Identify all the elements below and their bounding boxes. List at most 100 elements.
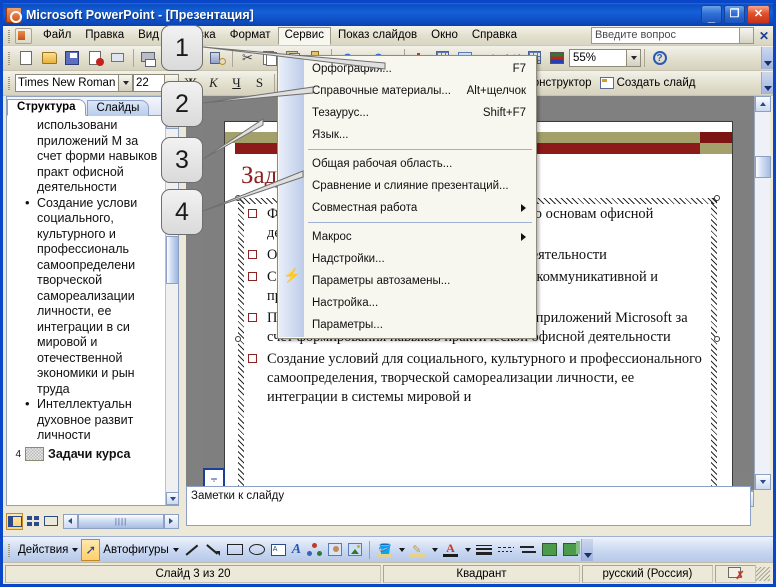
3d-style-icon[interactable] xyxy=(560,539,581,561)
fill-color-icon[interactable]: 🪣 xyxy=(374,539,395,561)
diagram-icon[interactable] xyxy=(304,539,325,561)
line-icon[interactable] xyxy=(182,539,203,561)
minimize-button[interactable]: _ xyxy=(701,5,722,24)
menu-item-thesaurus[interactable]: Тезаурус... Shift+F7 xyxy=(278,102,536,124)
maximize-button[interactable]: ❐ xyxy=(724,5,745,24)
slide-show-icon[interactable] xyxy=(42,513,59,530)
slide-vscroll-thumb[interactable] xyxy=(755,156,771,178)
menu-item-shared-workspace[interactable]: Общая рабочая область... xyxy=(278,153,536,175)
menu-item-autocorrect-options[interactable]: Параметры автозамены... xyxy=(278,270,536,292)
slide-vertical-scrollbar[interactable] xyxy=(754,96,771,490)
standard-toolbar-overflow-button[interactable] xyxy=(761,47,773,69)
clipart-icon[interactable] xyxy=(325,539,345,561)
menu-item-compare-merge[interactable]: Сравнение и слияние презентаций... xyxy=(278,175,536,197)
callout-number: 2 xyxy=(175,89,189,118)
zoom-input[interactable]: 55% xyxy=(569,49,627,67)
outline-hscroll-left-button[interactable] xyxy=(62,513,78,529)
menu-tools[interactable]: Сервис xyxy=(277,26,331,45)
menu-window[interactable]: Окно xyxy=(424,27,465,44)
new-document-icon[interactable] xyxy=(15,47,38,69)
spell-status-icon[interactable]: ✗ xyxy=(714,564,757,583)
menu-item-spelling[interactable]: Орфография... F7 xyxy=(278,58,536,80)
menu-edit[interactable]: Правка xyxy=(78,27,131,44)
notes-pane[interactable]: Заметки к слайду xyxy=(186,486,751,526)
font-color-icon[interactable]: A xyxy=(440,539,461,561)
menu-item-options[interactable]: Параметры... xyxy=(278,314,536,336)
cut-icon[interactable]: ✂ xyxy=(236,47,259,69)
actions-menu-button[interactable]: Действия xyxy=(15,539,81,561)
normal-view-icon[interactable] xyxy=(6,512,24,530)
outline-scroll-down-button[interactable] xyxy=(166,492,179,505)
formatting-toolbar-grip[interactable] xyxy=(5,75,13,91)
italic-icon[interactable]: К xyxy=(202,72,225,94)
tab-outline[interactable]: Структура xyxy=(7,99,86,116)
close-askbox-icon[interactable]: ✕ xyxy=(759,29,769,43)
outline-hscroll-thumb[interactable]: |||| xyxy=(77,513,164,529)
new-slide-button[interactable]: Создать слайд xyxy=(596,73,700,93)
ask-question-dropdown-arrow[interactable] xyxy=(738,27,754,44)
arrow-icon[interactable] xyxy=(203,539,224,561)
fit-slide-button[interactable]: ⨪ xyxy=(203,468,225,488)
close-button[interactable]: ✕ xyxy=(747,5,770,24)
drawing-toolbar-grip[interactable] xyxy=(5,542,13,558)
color-scheme-icon[interactable] xyxy=(546,47,569,69)
font-name-input[interactable]: Times New Roman xyxy=(15,74,119,92)
arrow-style-icon[interactable] xyxy=(517,539,539,561)
picture-icon[interactable] xyxy=(345,539,365,561)
help-icon[interactable]: ? xyxy=(648,47,671,69)
resize-handle[interactable] xyxy=(714,336,720,343)
menubar-grip[interactable] xyxy=(5,28,13,44)
menu-item-addins[interactable]: Надстройки... xyxy=(278,248,536,270)
menu-item-collaboration[interactable]: Совместная работа xyxy=(278,197,536,219)
font-name-dropdown-arrow[interactable] xyxy=(119,74,133,92)
outline-scroll-thumb[interactable] xyxy=(166,236,179,284)
shadow-style-icon[interactable] xyxy=(539,539,560,561)
slide-scroll-down-button[interactable] xyxy=(755,474,771,490)
fill-color-dropdown-icon[interactable] xyxy=(395,539,407,561)
outline-hscroll-right-button[interactable] xyxy=(163,513,179,529)
select-arrow-icon[interactable]: ➚ xyxy=(81,538,101,561)
zoom-dropdown-arrow[interactable] xyxy=(627,49,641,67)
save-icon[interactable] xyxy=(61,47,84,69)
rectangle-icon[interactable] xyxy=(224,539,246,561)
ask-question-input[interactable]: Введите вопрос xyxy=(590,27,739,44)
resize-handle[interactable] xyxy=(714,195,720,201)
slide-scroll-up-button[interactable] xyxy=(755,96,771,112)
research-icon[interactable] xyxy=(206,47,229,69)
menu-file[interactable]: Файл xyxy=(36,27,78,44)
permission-icon[interactable] xyxy=(84,47,107,69)
formatting-toolbar-overflow-button[interactable] xyxy=(761,72,773,94)
resize-handle[interactable] xyxy=(235,195,241,201)
new-slide-label: Создать слайд xyxy=(616,77,696,89)
outline-horizontal-scrollbar[interactable]: |||| xyxy=(62,513,179,529)
autoshapes-menu-button[interactable]: Автофигуры xyxy=(100,539,181,561)
line-color-dropdown-icon[interactable] xyxy=(428,539,440,561)
menu-item-research[interactable]: Справочные материалы... Alt+щелчок xyxy=(278,80,536,102)
dash-style-icon[interactable] xyxy=(495,539,517,561)
menu-slideshow[interactable]: Показ слайдов xyxy=(331,27,424,44)
textbox-icon[interactable]: A xyxy=(268,539,289,561)
resize-grip-icon[interactable] xyxy=(756,566,771,581)
line-color-icon[interactable]: ✎ xyxy=(407,539,428,561)
drawing-toolbar-overflow-button[interactable] xyxy=(581,538,594,561)
open-folder-icon[interactable] xyxy=(38,47,61,69)
menu-format[interactable]: Формат xyxy=(223,27,278,44)
tab-slides[interactable]: Слайды xyxy=(86,100,150,116)
outline-content[interactable]: использовани приложений M за счет форми … xyxy=(7,116,165,505)
line-style-icon[interactable] xyxy=(473,539,495,561)
menu-help[interactable]: Справка xyxy=(465,27,524,44)
oval-icon[interactable] xyxy=(246,539,268,561)
email-icon[interactable] xyxy=(107,47,130,69)
menu-item-customize[interactable]: Настройка... xyxy=(278,292,536,314)
font-color-dropdown-icon[interactable] xyxy=(461,539,473,561)
menu-item-macro[interactable]: Макрос xyxy=(278,226,536,248)
print-icon[interactable] xyxy=(137,47,160,69)
menu-item-language[interactable]: Язык... xyxy=(278,124,536,146)
outline-slide-title-row[interactable]: 4 Задачи курса xyxy=(11,447,163,463)
wordart-icon[interactable]: A xyxy=(289,539,304,561)
shadow-icon[interactable]: S xyxy=(248,72,271,94)
outline-hscroll-track[interactable]: |||| xyxy=(77,513,164,529)
underline-icon[interactable]: Ч xyxy=(225,72,248,94)
slide-sorter-icon[interactable] xyxy=(24,513,41,530)
standard-toolbar-grip[interactable] xyxy=(5,50,13,66)
